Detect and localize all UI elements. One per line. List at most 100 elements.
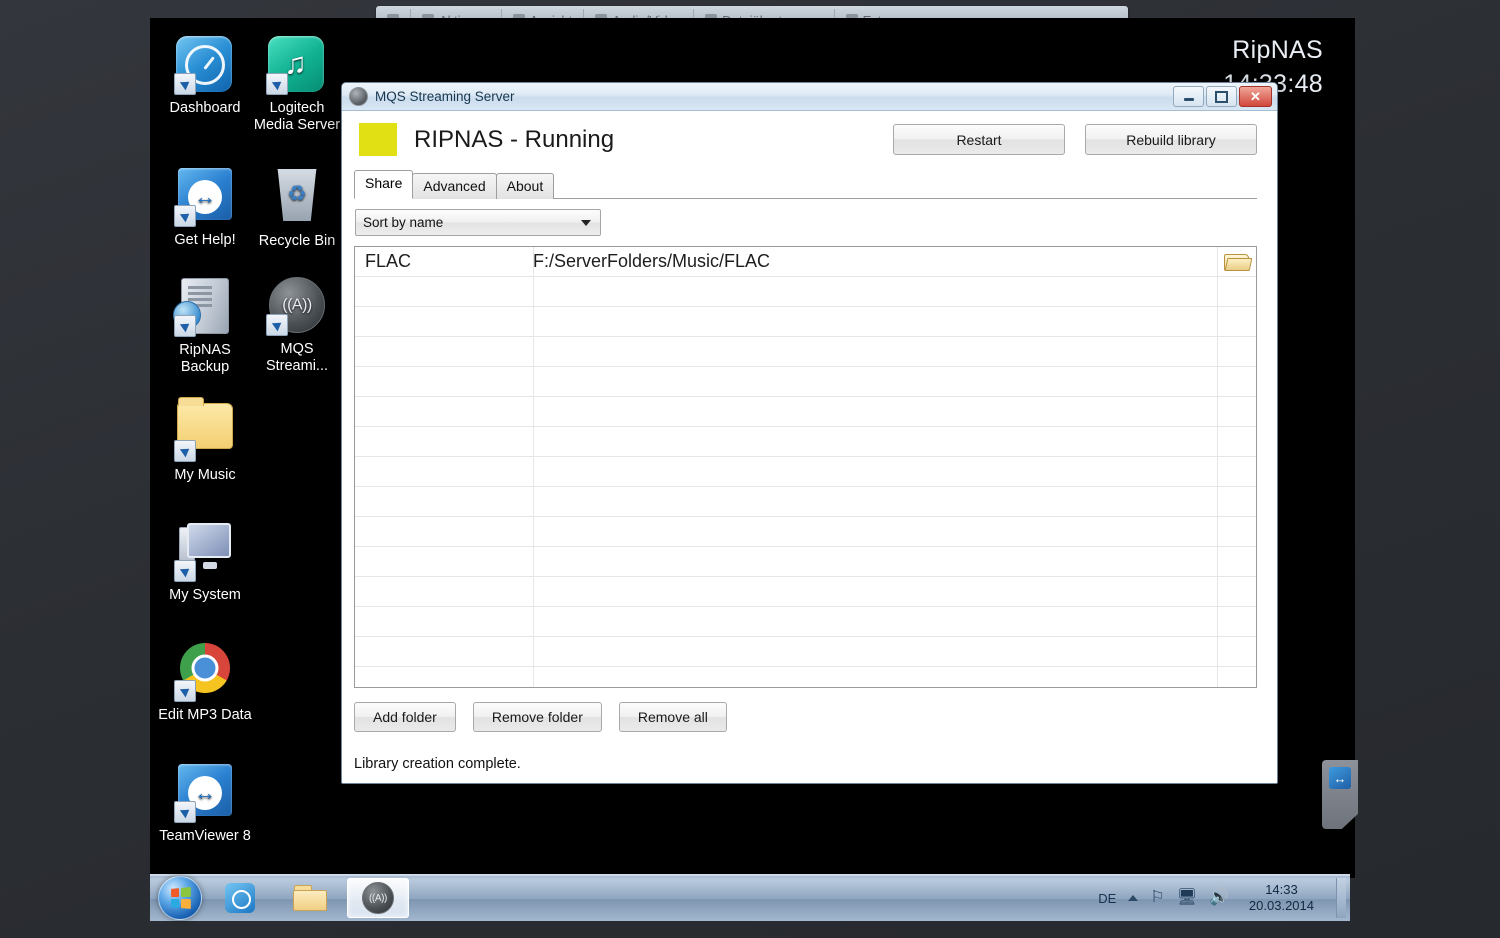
taskbar-item-mqs-streaming[interactable]: ((A)): [347, 878, 409, 918]
mqs-streaming-server-window[interactable]: MQS Streaming Server ✕ RIPNAS - Running …: [341, 82, 1278, 784]
table-row-empty: [355, 517, 1256, 547]
table-row-empty: [355, 367, 1256, 397]
taskbar-time: 14:33: [1265, 882, 1298, 897]
taskbar[interactable]: ((A)) DE ⚐ 🖥 🔊 14:33 20.03.2014: [150, 874, 1350, 921]
sort-select-value: Sort by name: [363, 215, 444, 230]
table-row-empty: [355, 307, 1256, 337]
shortcut-overlay-icon: [266, 314, 288, 336]
app-icon: [349, 87, 368, 106]
remove-all-button[interactable]: Remove all: [618, 702, 727, 732]
table-row-empty: [355, 457, 1256, 487]
start-button[interactable]: [158, 876, 202, 920]
desktop-icon-label: My Music: [174, 467, 236, 483]
table-row-empty: [355, 487, 1256, 517]
shortcut-overlay-icon: [174, 560, 196, 582]
action-center-flag-icon[interactable]: ⚐: [1150, 890, 1164, 906]
shortcut-overlay-icon: [174, 315, 196, 337]
mqs-streaming-icon: ((A)): [362, 882, 394, 914]
table-row-empty: [355, 337, 1256, 367]
table-row-empty: [355, 427, 1256, 457]
recycle-bin-icon: [268, 169, 326, 227]
status-message: Library creation complete.: [354, 756, 521, 772]
desktop-icon-mqs-streaming[interactable]: MQS Streami...: [237, 276, 357, 375]
taskbar-item-explorer[interactable]: [278, 878, 340, 918]
chevron-down-icon: [581, 220, 591, 226]
explorer-icon: [293, 885, 327, 911]
desktop-icon-logitech-media-server[interactable]: ♫ Logitech Media Server: [237, 36, 357, 134]
desktop-icon-label: Logitech Media Server: [253, 100, 341, 133]
tab-about[interactable]: About: [495, 173, 555, 199]
teamviewer-icon: [174, 764, 234, 823]
teamviewer-sidebar-tab[interactable]: ↔: [1322, 760, 1358, 829]
shortcut-overlay-icon: [174, 440, 196, 462]
table-row-empty: [355, 397, 1256, 427]
table-row-empty: [355, 637, 1256, 667]
server-status-title: RIPNAS - Running: [414, 125, 615, 153]
sort-select[interactable]: Sort by name: [355, 209, 601, 236]
desktop-icon-my-music[interactable]: My Music: [150, 396, 265, 484]
desktop-icon-label: Recycle Bin: [258, 233, 336, 249]
teamviewer-sidebar-icon: ↔: [1329, 767, 1351, 789]
table-row-empty: [355, 607, 1256, 637]
close-button[interactable]: ✕: [1239, 86, 1272, 107]
system-tray[interactable]: DE ⚐ 🖥 🔊 14:33 20.03.2014: [1098, 875, 1350, 921]
share-tab-panel: Sort by name FLAC F:/ServerFolders/Music…: [354, 199, 1257, 772]
restart-button[interactable]: Restart: [893, 124, 1065, 155]
remove-folder-button[interactable]: Remove folder: [472, 702, 602, 732]
desktop-machine-name: RipNAS: [1232, 36, 1323, 64]
taskbar-clock[interactable]: 14:33 20.03.2014: [1241, 882, 1322, 914]
maximize-button[interactable]: [1206, 86, 1237, 107]
status-header: RIPNAS - Running Restart Rebuild library: [342, 111, 1277, 164]
desktop-icon-recycle-bin[interactable]: Recycle Bin: [237, 166, 357, 250]
dashboard-icon: [174, 36, 234, 95]
table-row-empty: [355, 577, 1256, 607]
get-help-icon: [174, 168, 234, 227]
shortcut-overlay-icon: [266, 73, 288, 95]
open-folder-icon[interactable]: [1224, 251, 1253, 271]
desktop-icon-teamviewer-8[interactable]: TeamViewer 8: [150, 762, 265, 845]
chrome-icon: [174, 643, 234, 702]
volume-icon[interactable]: 🔊: [1209, 890, 1229, 906]
table-row-empty: [355, 277, 1256, 307]
table-row-empty: [355, 547, 1256, 577]
shared-folders-list[interactable]: FLAC F:/ServerFolders/Music/FLAC: [354, 246, 1257, 688]
desktop-icon-label: My System: [169, 587, 241, 603]
shortcut-overlay-icon: [174, 680, 196, 702]
window-title-bar[interactable]: MQS Streaming Server ✕: [342, 83, 1277, 111]
tab-bar[interactable]: Share Advanced About: [342, 170, 1277, 199]
window-title: MQS Streaming Server: [375, 89, 515, 104]
desktop-icon-edit-mp3-data[interactable]: Edit MP3 Data: [150, 640, 265, 724]
folder-path-cell: F:/ServerFolders/Music/FLAC: [533, 251, 771, 271]
logitech-media-server-icon: ♫: [266, 36, 326, 95]
tab-advanced[interactable]: Advanced: [412, 173, 497, 199]
folder-action-buttons: Add folder Remove folder Remove all: [354, 702, 1257, 732]
ripnas-backup-icon: [173, 278, 234, 337]
windows-logo-icon: [171, 886, 191, 910]
desktop-icon-my-system[interactable]: My System: [150, 518, 265, 604]
tab-share[interactable]: Share: [354, 170, 414, 199]
shortcut-overlay-icon: [174, 801, 196, 823]
show-desktop-button[interactable]: [1336, 878, 1346, 918]
window-body: RIPNAS - Running Restart Rebuild library…: [342, 111, 1277, 783]
taskbar-item-dashboard[interactable]: [209, 878, 271, 918]
minimize-button[interactable]: [1173, 86, 1204, 107]
taskbar-date: 20.03.2014: [1248, 898, 1314, 913]
mqs-streaming-icon: [266, 277, 326, 336]
table-row-empty: [355, 667, 1256, 687]
shortcut-overlay-icon: [174, 73, 196, 95]
desktop-icon-label: MQS Streami...: [265, 341, 329, 374]
desktop-icon-label: TeamViewer 8: [159, 828, 251, 844]
network-icon[interactable]: 🖥: [1177, 890, 1197, 906]
my-system-icon: [174, 523, 234, 582]
desktop-icon-label: Edit MP3 Data: [158, 707, 252, 723]
shortcut-overlay-icon: [174, 205, 196, 227]
folder-name-cell: FLAC: [365, 251, 412, 271]
my-music-folder-icon: [174, 397, 234, 462]
language-indicator[interactable]: DE: [1098, 891, 1116, 906]
show-hidden-icons-chevron[interactable]: [1128, 895, 1139, 901]
rebuild-library-button[interactable]: Rebuild library: [1085, 124, 1257, 155]
status-indicator: [359, 123, 397, 156]
add-folder-button[interactable]: Add folder: [354, 702, 456, 732]
table-row[interactable]: FLAC F:/ServerFolders/Music/FLAC: [355, 247, 1256, 277]
dashboard-icon: [225, 883, 255, 913]
